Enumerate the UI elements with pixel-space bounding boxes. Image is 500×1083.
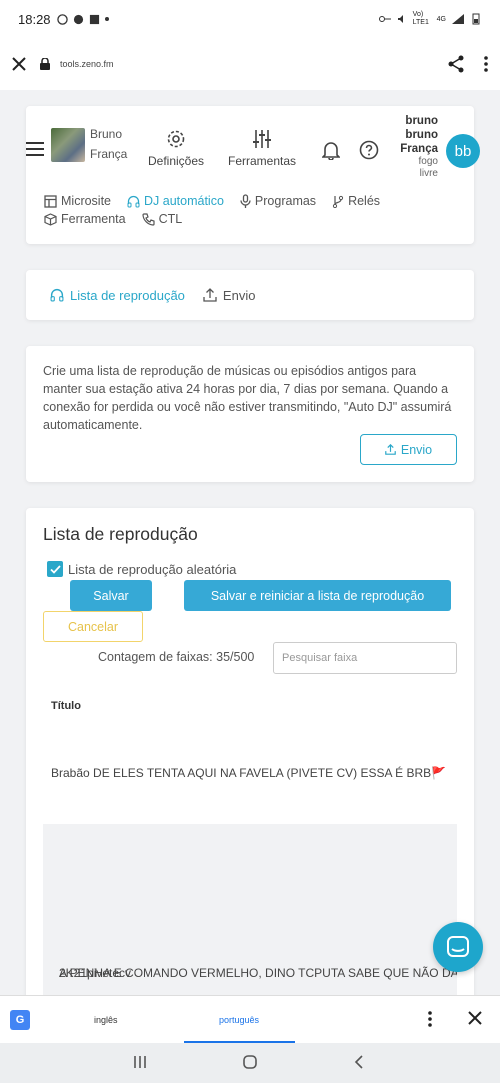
lock-icon [40,58,50,70]
system-nav-bar [0,1043,500,1083]
status-bar: 18:28 Vo) LTE1 4G [0,0,500,38]
subnav-relays[interactable]: Relés [332,194,380,208]
close-icon[interactable] [468,1011,482,1025]
search-track-input[interactable] [273,642,457,674]
key-icon [378,16,391,22]
lang-english-tab[interactable]: inglês [94,1015,118,1025]
tab-upload[interactable]: Envio [203,288,255,303]
browser-url-bar: tools.zeno.fm [0,38,500,90]
sub-navigation: Microsite DJ automático Programas Relés [44,192,444,228]
chat-support-button[interactable] [433,922,483,972]
notification-dot [104,17,109,21]
checkbox-checked-icon[interactable] [47,561,63,577]
sliders-icon [253,130,272,148]
playlist-title: Lista de reprodução [43,524,198,544]
headphones-icon [127,195,140,207]
subnav-autodj[interactable]: DJ automático [127,194,224,208]
translate-bar: G inglês português [0,995,500,1044]
git-branch-icon [332,195,344,208]
table-row[interactable]: Brabão DE ELES TENTA AQUI NA FAVELA (PIV… [43,724,457,824]
autodj-description: Crie uma lista de reprodução de músicas … [43,364,452,432]
chat-icon [447,936,469,957]
avatar[interactable]: bb [446,134,480,168]
phone-call-icon [142,212,155,226]
microphone-icon [240,194,251,208]
autodj-info-card: Crie uma lista de reprodução de músicas … [26,346,474,482]
google-translate-icon[interactable]: G [10,1010,30,1030]
save-button[interactable]: Salvar [70,580,152,611]
help-icon[interactable] [359,140,379,160]
box-icon [44,212,57,226]
upload-button[interactable]: Envio [360,434,457,465]
upload-icon [385,444,396,455]
station-thumbnail[interactable] [51,128,85,162]
station-nav-card: Bruno França Definições Ferramentas brun… [26,106,480,244]
back-icon[interactable] [354,1054,364,1070]
autodj-tabs: Lista de reprodução Envio [26,270,474,320]
settings-button[interactable]: Definições [148,128,204,168]
subnav-programs[interactable]: Programas [240,194,316,208]
cancel-button[interactable]: Cancelar [43,611,143,642]
playlist-card: Lista de reprodução Lista de reprodução … [26,508,474,995]
subnav-tool[interactable]: Ferramenta [44,212,126,226]
station-name[interactable]: Bruno França [90,124,127,164]
share-icon[interactable] [448,55,464,73]
more-options-icon[interactable] [484,56,488,72]
battery-icon [472,13,480,25]
tracks-table: Título Brabão DE ELES TENTA AQUI NA FAVE… [43,688,457,995]
table-row[interactable]: A PENHA E COMANDO VERMELHO, DINO TCPUTA … [43,824,457,995]
recent-apps-icon[interactable] [133,1054,147,1070]
tab-playlist[interactable]: Lista de reprodução [50,288,185,303]
track-count: Contagem de faixas: 35/500 [98,650,255,664]
more-options-icon[interactable] [428,1011,432,1027]
headphones-icon [50,288,64,302]
whatsapp-icon [56,13,68,25]
signal-icon [452,14,464,24]
subnav-microsite[interactable]: Microsite [44,194,111,208]
url-text: tools.zeno.fm [60,59,114,69]
layout-icon [44,194,57,208]
lang-portuguese-tab[interactable]: português [219,1015,259,1025]
close-icon[interactable] [12,57,26,71]
tools-button[interactable]: Ferramentas [228,128,296,168]
hamburger-menu-icon[interactable] [26,142,44,156]
status-time: 18:28 [18,11,51,27]
messenger-icon [73,14,83,24]
profile-name[interactable]: bruno bruno França fogo livre [390,114,438,180]
gear-icon [167,130,185,148]
upload-icon [203,288,217,302]
home-icon[interactable] [242,1054,258,1070]
gallery-icon [89,14,99,24]
network-label: Vo) LTE1 [412,11,429,26]
mute-icon [397,15,403,23]
track-title: Brabão DE ELES TENTA AQUI NA FAVELA (PIV… [51,766,447,780]
url-display[interactable]: tools.zeno.fm [40,58,114,70]
subnav-ctl[interactable]: CTL [142,212,182,226]
page-content: Bruno França Definições Ferramentas brun… [0,90,500,995]
column-header-title: Título [51,700,81,712]
signal-label: 4G [436,15,446,23]
save-restart-button[interactable]: Salvar e reiniciar a lista de reprodução [184,580,451,611]
bell-icon[interactable] [322,140,340,160]
shuffle-checkbox[interactable]: Lista de reprodução aleatória [47,561,236,577]
